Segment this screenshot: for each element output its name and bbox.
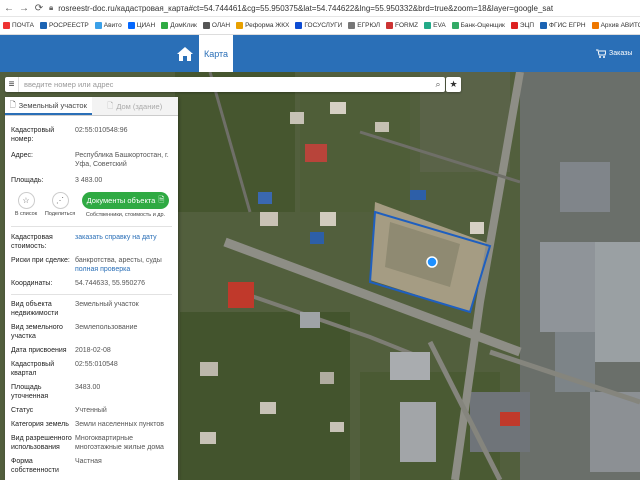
- bookmark-item[interactable]: ДомКлик: [161, 22, 197, 29]
- orders-label: Заказы: [609, 50, 633, 57]
- bookmarks-bar: ПОЧТА РОСРЕЕСТР Авито ЦИАН ДомКлик ОЛАН Реформ…: [0, 17, 640, 35]
- land-plot-icon: 🗋︎: [9, 99, 16, 109]
- full-check-link[interactable]: полная проверка: [75, 266, 130, 273]
- forward-icon[interactable]: →: [19, 3, 29, 14]
- orders-button[interactable]: Заказы: [596, 35, 640, 72]
- bookmark-favicon-icon: [40, 22, 48, 29]
- favorites-star-button[interactable]: ★: [446, 77, 461, 92]
- share-button[interactable]: ⋰ Поделиться: [45, 192, 75, 217]
- share-icon: ⋰: [51, 192, 69, 209]
- bookmark-favicon-icon: [295, 22, 303, 29]
- detail-row: Дата присвоения 2018-02-08: [11, 347, 111, 354]
- object-info-panel: 🗋︎ Земельный участок 🗋︎ Дом (здание) Кад…: [5, 97, 178, 480]
- bookmark-favicon-icon: [510, 22, 518, 29]
- detail-row: Вид объекта недвижимости Земельный участо…: [11, 301, 139, 317]
- detail-row: Вид земельного участка Землепользование: [11, 324, 138, 340]
- menu-icon[interactable]: ≡: [5, 77, 19, 92]
- details-list: Вид объекта недвижимости Земельный участо…: [5, 300, 178, 475]
- location-marker-icon[interactable]: [426, 256, 438, 268]
- bookmark-favicon-icon: [94, 22, 102, 29]
- bookmark-favicon-icon: [540, 22, 548, 29]
- bookmark-item[interactable]: ГОСУСЛУГИ: [295, 22, 342, 29]
- info-row-risks: Риски при сделке: банкротства, аресты, с…: [11, 257, 162, 273]
- star-icon: ☆: [17, 192, 35, 209]
- object-documents-button[interactable]: Документы объекта 🗎︎: [82, 192, 169, 209]
- bookmark-item[interactable]: ЦИАН: [127, 22, 155, 29]
- bookmark-item[interactable]: ЭЦП: [510, 22, 534, 29]
- add-to-list-button[interactable]: ☆ В список: [11, 192, 41, 217]
- reload-icon[interactable]: ⟳: [34, 3, 44, 14]
- detail-row: Вид разрешенного использования Многокварт…: [11, 435, 164, 451]
- bookmark-favicon-icon: [451, 22, 459, 29]
- document-icon: 🗎︎: [158, 195, 165, 204]
- bookmark-item[interactable]: Архив АВИТО: [591, 22, 640, 29]
- bookmark-item[interactable]: Банк-Оценщик: [451, 22, 505, 29]
- detail-row: Форма собственности Частная: [11, 458, 102, 474]
- bookmark-favicon-icon: [386, 22, 394, 29]
- search-icon[interactable]: ⌕: [431, 79, 445, 90]
- bookmark-favicon-icon: [202, 22, 210, 29]
- tab-building[interactable]: 🗋︎ Дом (здание): [91, 97, 178, 115]
- bookmark-item[interactable]: ЕГРЮЛ: [348, 22, 380, 29]
- info-row-address: Адрес: Республика Башкортостан, г. Уфа, …: [11, 152, 169, 168]
- object-actions: ☆ В список ⋰ Поделиться Документы объект…: [5, 188, 178, 218]
- home-button[interactable]: [172, 35, 198, 72]
- info-row-cadastral-number: Кадастровый номер: 02:55:010548:96: [11, 127, 128, 143]
- back-icon[interactable]: ←: [4, 3, 14, 14]
- bookmark-item[interactable]: ФГИС ЕГРН: [540, 22, 586, 29]
- browser-address-bar: ← → ⟳ 🔒︎ rosreestr-doc.ru/кадастровая_ка…: [0, 0, 640, 17]
- bookmark-item[interactable]: Авито: [94, 22, 122, 29]
- info-row-coordinates: Координаты: 54.744633, 55.950276: [11, 280, 146, 287]
- bookmark-favicon-icon: [161, 22, 169, 29]
- home-icon: [177, 46, 193, 61]
- bookmark-item[interactable]: ПОЧТА: [3, 22, 34, 29]
- search-bar: ≡ ⌕: [5, 77, 445, 92]
- documents-block: Документы объекта 🗎︎ Собственники, стоим…: [79, 192, 172, 218]
- bookmark-favicon-icon: [348, 22, 356, 29]
- bookmark-item[interactable]: EVA: [424, 22, 446, 29]
- bookmark-favicon-icon: [591, 22, 599, 29]
- detail-row: Площадь уточненная 3483.00: [11, 384, 101, 400]
- bookmark-item[interactable]: Реформа ЖКХ: [236, 22, 289, 29]
- lock-icon: 🔒︎: [49, 3, 54, 12]
- bookmark-favicon-icon: [424, 22, 432, 29]
- tab-land-plot[interactable]: 🗋︎ Земельный участок: [5, 97, 92, 115]
- panel-tabs: 🗋︎ Земельный участок 🗋︎ Дом (здание): [5, 97, 178, 116]
- bookmark-favicon-icon: [3, 22, 10, 29]
- detail-row: Категория земель Земли населенных пунктов: [11, 421, 165, 428]
- bookmark-item[interactable]: ОЛАН: [202, 22, 230, 29]
- bookmark-item[interactable]: РОСРЕЕСТР: [40, 22, 89, 29]
- search-input[interactable]: [19, 80, 431, 89]
- bookmark-favicon-icon: [127, 22, 135, 29]
- url-field[interactable]: rosreestr-doc.ru/кадастровая_карта#ct=54…: [58, 4, 636, 13]
- risks-text: банкротства, аресты, суды: [75, 257, 162, 264]
- info-row-cadastral-cost: Кадастровая стоимость: заказать справку …: [5, 233, 178, 251]
- detail-row: Кадастровый квартал 02:55:010548: [11, 361, 118, 377]
- info-row-area: Площадь: 3 483.00: [11, 177, 103, 184]
- bookmark-favicon-icon: [236, 22, 244, 29]
- bookmark-item[interactable]: FORMZ: [386, 22, 418, 29]
- order-certificate-link[interactable]: заказать справку на дату: [75, 233, 172, 251]
- tab-map[interactable]: Карта: [199, 35, 233, 72]
- documents-subtitle: Собственники, стоимость и др.: [85, 212, 166, 218]
- app-header: Карта Заказы: [0, 35, 640, 72]
- building-icon: 🗋︎: [107, 100, 114, 110]
- cart-icon: [596, 49, 606, 58]
- detail-row: Статус Учтенный: [11, 407, 107, 414]
